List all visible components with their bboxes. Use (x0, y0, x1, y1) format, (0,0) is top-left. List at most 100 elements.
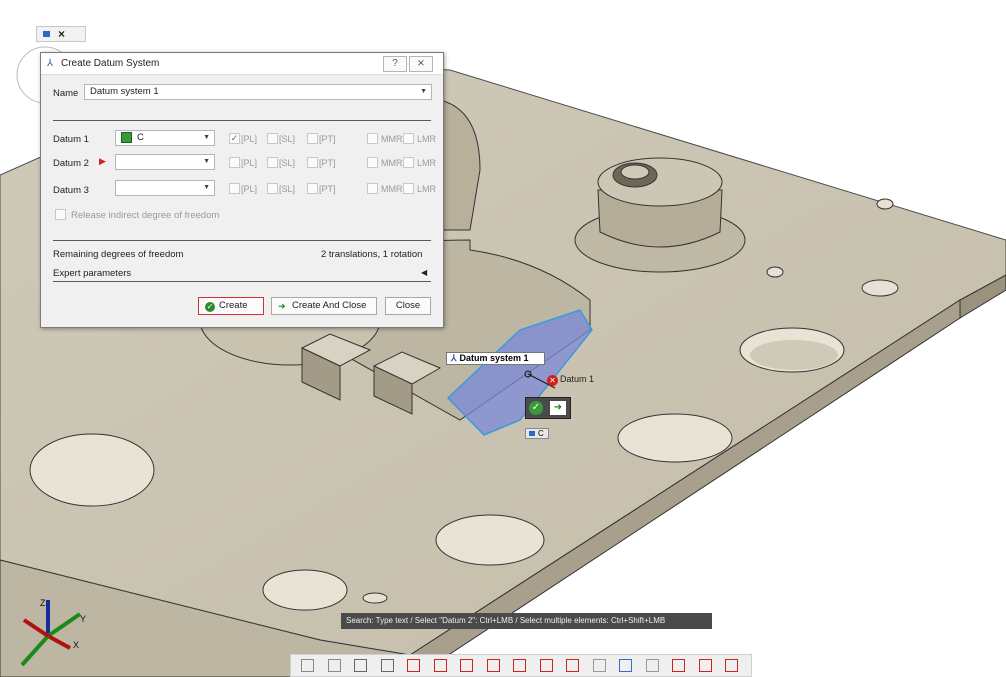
datum-system-tag[interactable]: ⅄ Datum system 1 (446, 352, 545, 365)
datum-1-option-checkbox[interactable] (367, 133, 378, 144)
select-icon[interactable] (354, 659, 367, 672)
axis-y-label: Y (80, 614, 86, 624)
datum-2-option-label: [PL] (241, 158, 258, 168)
square-icon[interactable] (486, 659, 500, 672)
datum-1-value: C (137, 132, 144, 143)
chain-icon[interactable] (566, 659, 579, 672)
remaining-dof-value: 2 translations, 1 rotation (321, 249, 423, 260)
datum-1-tag: Datum 1 (560, 374, 595, 384)
datum-3-option-label: LMR (417, 184, 437, 194)
expert-parameters-label[interactable]: Expert parameters (53, 268, 131, 279)
datum-2-option-label: [PT] (319, 158, 336, 168)
divider (53, 240, 431, 241)
mini-toolbar: × (36, 26, 86, 42)
create-label: Create (219, 300, 248, 311)
frame-icon[interactable] (513, 659, 526, 672)
chevron-down-icon: ▼ (420, 88, 427, 95)
datum-1-option-label: [SL] (279, 134, 296, 144)
datum-2-option-checkbox[interactable] (229, 157, 240, 168)
dialog-title: Create Datum System (61, 58, 160, 69)
datum-2-option-label: LMR (417, 158, 437, 168)
selection-icon (529, 431, 535, 436)
datum-system-icon: ⅄ (451, 353, 457, 363)
create-button[interactable]: ✓ Create (198, 297, 264, 315)
close-button[interactable]: Close (385, 297, 431, 315)
datum-system-icon: ⅄ (47, 58, 54, 69)
check-icon: ✓ (205, 302, 215, 312)
datum-3-option-checkbox[interactable] (229, 183, 240, 194)
release-checkbox[interactable] (55, 209, 66, 220)
pattern-icon[interactable] (592, 659, 606, 672)
ok-panel: ✓ ➜ (525, 397, 571, 419)
datum-2-option-checkbox[interactable] (367, 157, 378, 168)
datum-c-label: C (538, 429, 544, 438)
dialog-titlebar[interactable]: ⅄ Create Datum System ? ⨯ (41, 53, 443, 75)
status-text: Search: Type text / Select "Datum 2": Ct… (346, 616, 666, 625)
view-icon[interactable] (301, 659, 314, 672)
datum-1-option-label: MMR (381, 134, 403, 144)
chevron-down-icon: ▼ (203, 184, 210, 191)
datum-feature-icon (121, 131, 132, 143)
datum-3-option-label: [PT] (319, 184, 336, 194)
close-icon[interactable]: × (58, 28, 65, 40)
datum-3-option-checkbox[interactable] (267, 183, 278, 194)
datum-system-tag-label: Datum system 1 (459, 353, 529, 363)
name-field[interactable]: Datum system 1 ▼ (84, 84, 432, 100)
axis-z-label: Z (40, 598, 46, 608)
help-button[interactable]: ? (383, 56, 407, 72)
tolerance-icon[interactable] (327, 659, 341, 672)
datum-1-label: Datum 1 (53, 134, 89, 145)
divider (53, 281, 431, 282)
datum-2-option-checkbox[interactable] (307, 157, 318, 168)
datum-2-option-checkbox[interactable] (267, 157, 278, 168)
remove-icon[interactable]: ✕ (547, 375, 558, 386)
datum-c-tag[interactable]: C (525, 428, 549, 439)
grid-icon[interactable] (725, 659, 738, 672)
datum-2-option-label: MMR (381, 158, 403, 168)
delete-icon[interactable] (698, 659, 712, 672)
datum-2-label: Datum 2 (53, 158, 89, 169)
remaining-dof-label: Remaining degrees of freedom (53, 249, 184, 260)
dialog-close-button[interactable]: ⨯ (409, 56, 433, 72)
datum-2-option-label: [SL] (279, 158, 296, 168)
check-box-icon[interactable] (672, 659, 685, 672)
chevron-down-icon: ▼ (203, 158, 210, 165)
create-close-icon[interactable]: ➜ (550, 401, 566, 415)
capture-icon[interactable] (645, 659, 659, 672)
datum-1-option-checkbox[interactable] (307, 133, 318, 144)
create-datum-system-dialog: ⅄ Create Datum System ? ⨯ Name Datum sys… (40, 52, 444, 328)
create-and-close-label: Create And Close (292, 300, 367, 311)
selection-icon[interactable] (43, 31, 50, 37)
datum-3-option-checkbox[interactable] (307, 183, 318, 194)
position-icon[interactable] (433, 659, 447, 672)
datum-3-label: Datum 3 (53, 185, 89, 196)
create-close-icon: ➜ (278, 301, 286, 311)
close-label: Close (395, 300, 421, 311)
profile-icon[interactable] (460, 659, 473, 672)
sphere-icon[interactable] (619, 659, 632, 672)
name-label: Name (53, 88, 79, 99)
datum-1-option-checkbox[interactable]: ✓ (229, 133, 240, 144)
datum-3-select[interactable]: ▼ (115, 180, 215, 196)
datum-1-select[interactable]: C ▼ (115, 130, 215, 146)
datum-2-select[interactable]: ▼ (115, 154, 215, 170)
check-icon[interactable]: ✓ (529, 401, 543, 415)
datum-icon[interactable] (407, 659, 420, 672)
datum-1-option-label: [PT] (319, 134, 336, 144)
collapse-arrow-icon[interactable]: ◀ (421, 268, 427, 277)
datum-3-option-checkbox[interactable] (403, 183, 414, 194)
current-datum-arrow-icon: ▶ (99, 156, 106, 166)
datum-1-option-checkbox[interactable] (403, 133, 414, 144)
create-and-close-button[interactable]: ➜ Create And Close (271, 297, 377, 315)
axis-x-label: X (73, 640, 79, 650)
status-bar: Search: Type text / Select "Datum 2": Ct… (341, 613, 712, 629)
angle-icon[interactable] (539, 659, 553, 672)
align-icon[interactable] (380, 659, 394, 672)
datum-3-option-label: [SL] (279, 184, 296, 194)
datum-1-option-checkbox[interactable] (267, 133, 278, 144)
datum-2-option-checkbox[interactable] (403, 157, 414, 168)
datum-3-option-label: MMR (381, 184, 403, 194)
datum-3-option-checkbox[interactable] (367, 183, 378, 194)
chevron-down-icon: ▼ (203, 134, 210, 141)
bottom-toolbar (290, 654, 752, 677)
